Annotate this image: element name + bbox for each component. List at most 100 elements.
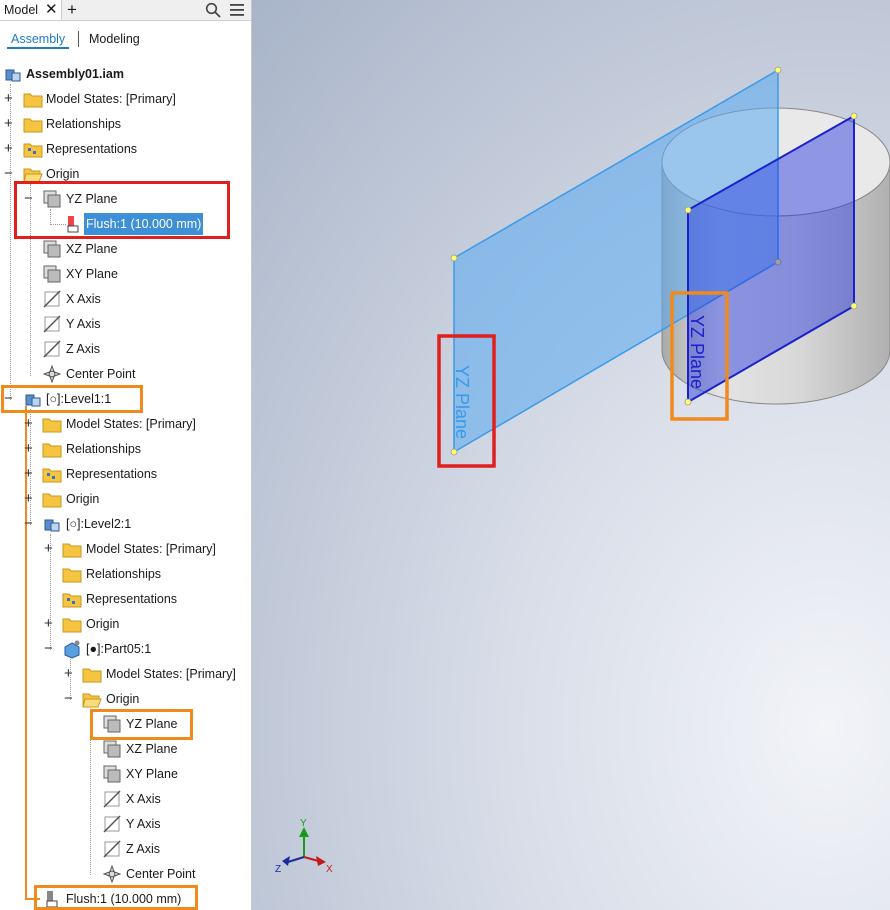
tree-item-root[interactable]: Assembly01.iam [0, 63, 250, 85]
orange-highlight-box [1, 385, 143, 413]
tree-item-z-axis[interactable]: Z Axis [0, 838, 250, 860]
collapse-icon[interactable]: − [24, 513, 33, 535]
tree-item-label: [○]:Level2:1 [66, 517, 132, 531]
tree-item-relationships[interactable]: Relationships [0, 563, 250, 585]
expand-icon[interactable]: + [4, 88, 13, 110]
folder-icon [62, 568, 82, 583]
orange-highlight-box [90, 709, 193, 740]
red-highlight-box [14, 181, 230, 239]
tree-item-center-point[interactable]: Center Point [0, 863, 250, 885]
folder-icon [62, 543, 82, 558]
model-browser-panel: Model ✕ + Assembly Modeling Assembly01.i… [0, 0, 252, 910]
work-axis-icon [103, 790, 121, 808]
tree-item-xz-plane[interactable]: XZ Plane [0, 238, 250, 260]
work-plane-icon [43, 240, 61, 258]
folder-icon [42, 418, 62, 433]
work-axis-icon [103, 815, 121, 833]
tree-item-xy-plane[interactable]: XY Plane [0, 263, 250, 285]
work-point-icon [42, 364, 62, 384]
tree-item-xy-plane[interactable]: XY Plane [0, 763, 250, 785]
tree-item-label: XY Plane [126, 767, 178, 781]
graphics-viewport[interactable]: YZ Plane YZ Plane Y X Z [252, 0, 890, 910]
tree-item-relationships[interactable]: + Relationships [0, 113, 250, 135]
tree-item-center-point[interactable]: Center Point [0, 363, 250, 385]
plane-label-assembly: YZ Plane [452, 365, 472, 439]
orange-highlight-box [34, 885, 198, 910]
collapse-icon[interactable]: − [44, 638, 53, 660]
representations-folder-icon [42, 468, 62, 483]
tree-item-label: Model States: [Primary] [86, 542, 216, 556]
tree-item-origin[interactable]: + Origin [0, 613, 250, 635]
representations-folder-icon [23, 143, 43, 158]
tree-item-label: Representations [66, 467, 158, 481]
tree-item-model-states[interactable]: + Model States: [Primary] [0, 88, 250, 110]
tree-item-relationships[interactable]: + Relationships [0, 438, 250, 460]
work-axis-icon [103, 840, 121, 858]
tree-item-label: Relationships [66, 442, 142, 456]
work-point-icon [102, 864, 122, 884]
expand-icon[interactable]: + [44, 613, 53, 635]
expand-icon[interactable]: + [4, 138, 13, 160]
tree-item-label: Center Point [66, 367, 136, 381]
tree-item-label: XZ Plane [66, 242, 118, 256]
tree-item-label: Origin [86, 617, 120, 631]
work-axis-icon [43, 290, 61, 308]
tree-item-label: Y Axis [66, 317, 101, 331]
tree-item-origin[interactable]: − Origin [0, 688, 250, 710]
tree-item-label: Y Axis [126, 817, 161, 831]
tree-item-label: XZ Plane [126, 742, 178, 756]
folder-icon [42, 443, 62, 458]
folder-icon [23, 118, 43, 133]
expand-icon[interactable]: + [24, 463, 33, 485]
tree-item-origin[interactable]: + Origin [0, 488, 250, 510]
tree-item-label: Origin [106, 692, 140, 706]
representations-folder-icon [62, 593, 82, 608]
folder-icon [62, 618, 82, 633]
expand-icon[interactable]: + [24, 438, 33, 460]
part-icon [64, 640, 80, 659]
folder-icon [23, 93, 43, 108]
tree-item-label: X Axis [126, 792, 161, 806]
tree-item-part05[interactable]: − [●]:Part05:1 [0, 638, 250, 660]
tree-item-y-axis[interactable]: Y Axis [0, 813, 250, 835]
tree-item-label: XY Plane [66, 267, 118, 281]
tree-item-label: Model States: [Primary] [106, 667, 236, 681]
view-axis-triad: Y X Z [275, 818, 333, 875]
tree-item-representations[interactable]: + Representations [0, 138, 250, 160]
tree-item-representations[interactable]: + Representations [0, 463, 250, 485]
expand-icon[interactable]: + [44, 538, 53, 560]
tree-item-z-axis[interactable]: Z Axis [0, 338, 250, 360]
tree-item-label: X Axis [66, 292, 101, 306]
tree-item-model-states[interactable]: + Model States: [Primary] [0, 413, 250, 435]
tree-item-label: Center Point [126, 867, 196, 881]
tree-item-representations[interactable]: Representations [0, 588, 250, 610]
work-plane-icon [103, 765, 121, 783]
folder-icon [42, 493, 62, 508]
expand-icon[interactable]: + [4, 113, 13, 135]
tree-item-label: Z Axis [66, 342, 101, 356]
tree-item-xz-plane[interactable]: XZ Plane [0, 738, 250, 760]
tree-item-model-states[interactable]: + Model States: [Primary] [0, 663, 250, 685]
axis-label-y: Y [300, 818, 307, 829]
viewport-scene: YZ Plane YZ Plane Y X Z [275, 66, 890, 875]
tree-item-model-states[interactable]: + Model States: [Primary] [0, 538, 250, 560]
tree-item-y-axis[interactable]: Y Axis [0, 313, 250, 335]
work-plane-icon [103, 740, 121, 758]
expand-icon[interactable]: + [24, 413, 33, 435]
collapse-icon[interactable]: − [4, 163, 13, 185]
tree-item-label: Representations [86, 592, 178, 606]
tree-item-level2[interactable]: − [○]:Level2:1 [0, 513, 250, 535]
tree-item-label: Relationships [46, 117, 122, 131]
tree-item-x-axis[interactable]: X Axis [0, 788, 250, 810]
collapse-icon[interactable]: − [64, 688, 73, 710]
tree-item-label: Assembly01.iam [26, 67, 124, 81]
assembly-icon [5, 69, 21, 82]
expand-icon[interactable]: + [24, 488, 33, 510]
work-axis-icon [43, 340, 61, 358]
tree-item-label: [●]:Part05:1 [86, 642, 152, 656]
expand-icon[interactable]: + [64, 663, 73, 685]
axis-label-z: Z [275, 864, 281, 875]
plane-label-part: YZ Plane [687, 315, 707, 389]
open-folder-icon [82, 693, 102, 708]
tree-item-x-axis[interactable]: X Axis [0, 288, 250, 310]
